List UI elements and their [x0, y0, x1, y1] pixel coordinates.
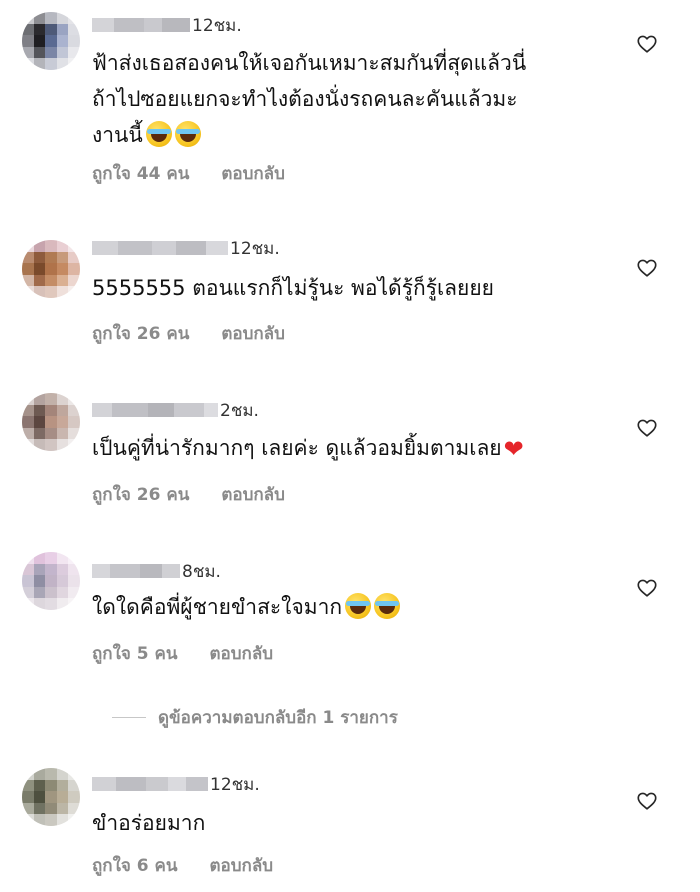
heart-outline-icon[interactable] [636, 417, 658, 439]
comment-line: ใดใดคือพี่ผู้ชายขำสะใจมาก [92, 589, 401, 625]
face-with-tears-of-joy-icon [174, 121, 201, 147]
comment-time: 8ชม. [182, 561, 221, 582]
comment-line: งานนี้ [92, 117, 526, 153]
avatar[interactable] [22, 768, 80, 826]
username-blurred [92, 403, 218, 417]
comment-meta: ถูกใจ 5 คน ตอบกลับ [92, 640, 273, 667]
heart-outline-icon[interactable] [636, 577, 658, 599]
like-count[interactable]: ถูกใจ 6 คน [92, 852, 178, 879]
comment-text: ใดใดคือพี่ผู้ชายขำสะใจมาก [92, 589, 401, 625]
like-count[interactable]: ถูกใจ 44 คน [92, 160, 189, 187]
face-with-tears-of-joy-icon [374, 593, 401, 619]
heart-outline-icon[interactable] [636, 33, 658, 55]
comment-text: ขำอร่อยมาก [92, 805, 205, 841]
reply-button[interactable]: ตอบกลับ [221, 481, 285, 508]
username-blurred [92, 18, 190, 32]
comment-line: ฟ้าส่งเธอสองคนให้เจอกันเหมาะสมกันที่สุดแ… [92, 51, 527, 75]
comment-meta: ถูกใจ 26 คน ตอบกลับ [92, 481, 285, 508]
comment-meta: ถูกใจ 26 คน ตอบกลับ [92, 320, 285, 347]
avatar[interactable] [22, 240, 80, 298]
red-heart-icon: ❤ [503, 435, 524, 463]
heart-outline-icon[interactable] [636, 257, 658, 279]
face-with-tears-of-joy-icon [345, 593, 372, 619]
like-count[interactable]: ถูกใจ 26 คน [92, 481, 189, 508]
comment-line: เป็นคู่ที่น่ารักมากๆ เลยค่ะ ดูแล้วอมยิ้ม… [92, 430, 524, 467]
reply-button[interactable]: ตอบกลับ [221, 160, 285, 187]
comment-time: 2ชม. [220, 400, 259, 421]
avatar[interactable] [22, 393, 80, 451]
comment-time: 12ชม. [230, 238, 280, 259]
comment-text: ฟ้าส่งเธอสองคนให้เจอกันเหมาะสมกันที่สุดแ… [92, 45, 526, 153]
username[interactable]: 8ชม. [92, 561, 221, 582]
divider-line [112, 717, 146, 718]
avatar[interactable] [22, 552, 80, 610]
view-more-replies-button[interactable]: ดูข้อความตอบกลับอีก 1 รายการ [112, 704, 398, 731]
username[interactable]: 12ชม. [92, 15, 242, 36]
like-count[interactable]: ถูกใจ 26 คน [92, 320, 189, 347]
username[interactable]: 2ชม. [92, 400, 259, 421]
comment-line: 5555555 ตอนแรกก็ไม่รู้นะ พอได้รู้ก็รู้เล… [92, 276, 494, 300]
comment-text: 5555555 ตอนแรกก็ไม่รู้นะ พอได้รู้ก็รู้เล… [92, 270, 494, 306]
comment-line-text: เป็นคู่ที่น่ารักมากๆ เลยค่ะ ดูแล้วอมยิ้ม… [92, 436, 502, 460]
face-with-tears-of-joy-icon [145, 121, 172, 147]
comment-line-text: ใดใดคือพี่ผู้ชายขำสะใจมาก [92, 595, 343, 619]
comment-meta: ถูกใจ 6 คน ตอบกลับ [92, 852, 273, 879]
comment-text: เป็นคู่ที่น่ารักมากๆ เลยค่ะ ดูแล้วอมยิ้ม… [92, 430, 524, 467]
username[interactable]: 12ชม. [92, 238, 280, 259]
reply-button[interactable]: ตอบกลับ [210, 852, 274, 879]
view-more-replies-label: ดูข้อความตอบกลับอีก 1 รายการ [158, 708, 398, 728]
like-count[interactable]: ถูกใจ 5 คน [92, 640, 178, 667]
reply-button[interactable]: ตอบกลับ [210, 640, 274, 667]
avatar[interactable] [22, 12, 80, 70]
comment-meta: ถูกใจ 44 คน ตอบกลับ [92, 160, 285, 187]
comment-line-text: งานนี้ [92, 123, 143, 147]
username[interactable]: 12ชม. [92, 774, 260, 795]
comment-time: 12ชม. [192, 15, 242, 36]
comment-line: ถ้าไปซอยแยกจะทำไงต้องนั่งรถคนละคันแล้วมะ [92, 87, 518, 111]
username-blurred [92, 564, 180, 578]
username-blurred [92, 241, 228, 255]
reply-button[interactable]: ตอบกลับ [221, 320, 285, 347]
heart-outline-icon[interactable] [636, 790, 658, 812]
username-blurred [92, 777, 208, 791]
comment-line: ขำอร่อยมาก [92, 811, 206, 835]
comment-time: 12ชม. [210, 774, 260, 795]
